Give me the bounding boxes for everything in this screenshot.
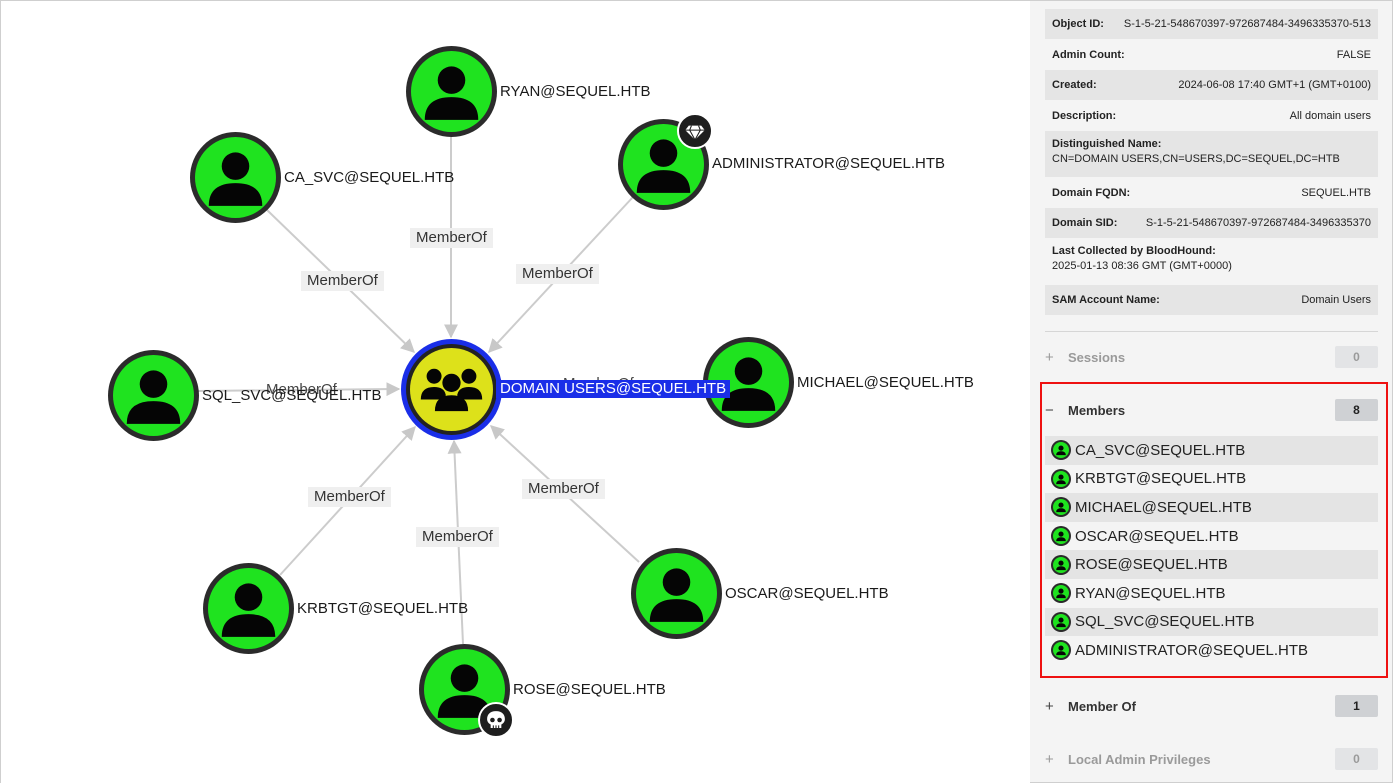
group-icon bbox=[410, 348, 493, 431]
prop-distinguished-name: Distinguished Name: CN=DOMAIN USERS,CN=U… bbox=[1045, 131, 1378, 177]
prop-object-id: Object ID: S-1-5-21-548670397-972687484-… bbox=[1045, 9, 1378, 39]
user-icon bbox=[195, 137, 276, 218]
node-label-ca-svc[interactable]: CA_SVC@SEQUEL.HTB bbox=[284, 169, 454, 187]
node-label-oscar[interactable]: OSCAR@SEQUEL.HTB bbox=[725, 585, 889, 603]
edge-label-oscar: MemberOf bbox=[522, 479, 605, 499]
section-title-member-of[interactable]: Member Of bbox=[1063, 699, 1335, 714]
expand-icon[interactable]: + bbox=[1045, 698, 1063, 715]
edge-label-ryan: MemberOf bbox=[410, 228, 493, 248]
user-icon bbox=[636, 553, 717, 634]
prop-domain-fqdn: Domain FQDN: SEQUEL.HTB bbox=[1052, 186, 1371, 199]
edge-label-krbtgt: MemberOf bbox=[308, 487, 391, 507]
node-oscar[interactable] bbox=[631, 548, 722, 639]
section-title-local-admin[interactable]: Local Admin Privileges bbox=[1063, 752, 1335, 767]
prop-last-collected: Last Collected by BloodHound: 2025-01-13… bbox=[1052, 245, 1232, 272]
member-of-count-badge: 1 bbox=[1335, 695, 1378, 717]
local-admin-count-badge: 0 bbox=[1335, 748, 1378, 770]
node-ca-svc[interactable] bbox=[190, 132, 281, 223]
section-member-of[interactable]: + Member Of 1 bbox=[1045, 695, 1378, 717]
sessions-count-badge: 0 bbox=[1335, 346, 1378, 368]
node-ryan[interactable] bbox=[406, 46, 497, 137]
node-label-krbtgt[interactable]: KRBTGT@SEQUEL.HTB bbox=[297, 600, 468, 618]
prop-domain-sid: Domain SID: S-1-5-21-548670397-972687484… bbox=[1045, 208, 1378, 238]
node-domain-users[interactable] bbox=[401, 339, 502, 440]
selected-node-label[interactable]: DOMAIN USERS@SEQUEL.HTB bbox=[496, 380, 731, 398]
node-krbtgt[interactable] bbox=[203, 563, 294, 654]
prop-description: Description: All domain users bbox=[1052, 109, 1371, 122]
node-label-ryan[interactable]: RYAN@SEQUEL.HTB bbox=[500, 83, 651, 101]
section-local-admin-privileges[interactable]: + Local Admin Privileges 0 bbox=[1045, 748, 1378, 770]
user-icon bbox=[208, 568, 289, 649]
divider bbox=[1045, 331, 1378, 332]
node-sql-svc[interactable] bbox=[108, 350, 199, 441]
prop-sam-account-name: SAM Account Name: Domain Users bbox=[1045, 285, 1378, 315]
node-label-administrator[interactable]: ADMINISTRATOR@SEQUEL.HTB bbox=[712, 155, 945, 173]
edge-label-administrator: MemberOf bbox=[516, 264, 599, 284]
prop-created: Created: 2024-06-08 17:40 GMT+1 (GMT+010… bbox=[1045, 70, 1378, 100]
diamond-icon bbox=[677, 113, 713, 149]
skull-icon bbox=[478, 702, 514, 738]
node-label-michael[interactable]: MICHAEL@SEQUEL.HTB bbox=[797, 374, 974, 392]
edge-label-rose: MemberOf bbox=[416, 527, 499, 547]
edge-label-ca-svc: MemberOf bbox=[301, 271, 384, 291]
section-sessions[interactable]: + Sessions 0 bbox=[1045, 346, 1378, 368]
node-label-sql-svc[interactable]: SQL_SVC@SEQUEL.HTB bbox=[202, 387, 381, 405]
prop-admin-count: Admin Count: FALSE bbox=[1052, 48, 1371, 61]
section-title-sessions[interactable]: Sessions bbox=[1063, 350, 1335, 365]
expand-icon[interactable]: + bbox=[1045, 751, 1063, 768]
graph-canvas[interactable]: MemberOf MemberOf MemberOf MemberOf Memb… bbox=[0, 0, 1030, 783]
members-highlight-box bbox=[1040, 382, 1388, 678]
user-icon bbox=[113, 355, 194, 436]
properties-table: Object ID: S-1-5-21-548670397-972687484-… bbox=[1045, 9, 1378, 315]
user-icon bbox=[411, 51, 492, 132]
node-label-rose[interactable]: ROSE@SEQUEL.HTB bbox=[513, 681, 666, 699]
expand-icon[interactable]: + bbox=[1045, 349, 1063, 366]
